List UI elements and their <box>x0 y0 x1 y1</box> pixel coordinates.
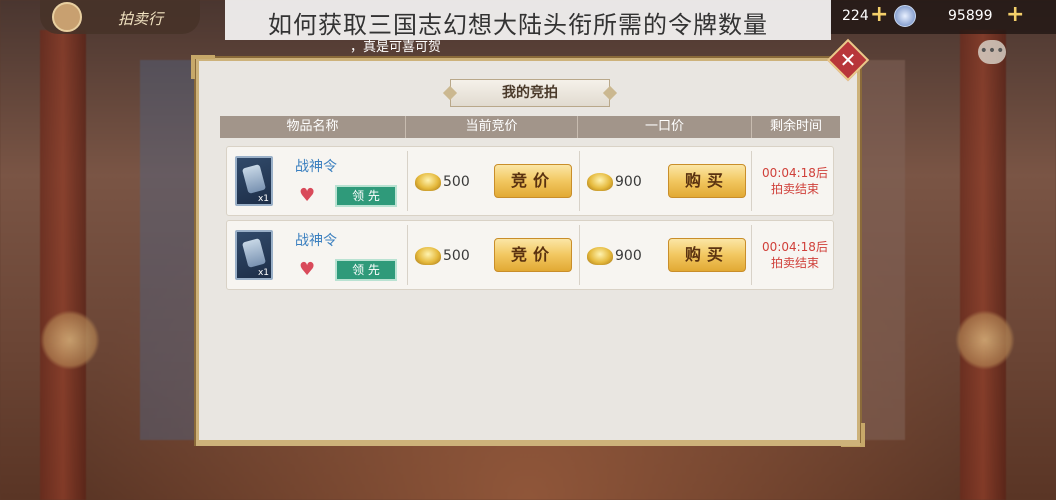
plus-icon[interactable]: + <box>870 4 890 26</box>
heart-icon[interactable]: ♥ <box>299 259 315 280</box>
buyout-price-value: 900 <box>615 174 642 190</box>
token-tablet-icon <box>241 164 267 194</box>
time-suffix: 拍卖结束 <box>770 182 819 196</box>
background-lantern <box>955 310 1015 370</box>
column-header: 一口价 <box>578 116 752 138</box>
gold-ingot-icon <box>415 247 441 265</box>
hud-currency-bar: 224 + 95899 + <box>830 0 1056 34</box>
buy-button[interactable]: 购买 <box>668 164 746 198</box>
war-god-token-icon[interactable]: x1 <box>235 156 273 206</box>
chat-bubble-icon[interactable]: ••• <box>978 40 1006 64</box>
item-name: 战神令 <box>295 233 337 249</box>
dialog-title: 我的竞拍 <box>450 79 610 107</box>
buyout-price-value: 900 <box>615 248 642 264</box>
auction-dialog: 我的竞拍 物品名称 当前竞价 一口价 剩余时间 x1 战神令 ♥ 领 先 500… <box>191 55 865 447</box>
currency1-value: 224 <box>842 8 869 24</box>
column-divider <box>407 151 408 211</box>
column-divider <box>407 225 408 285</box>
time-suffix: 拍卖结束 <box>770 256 819 270</box>
gold-ingot-icon <box>415 173 441 191</box>
background-lantern <box>40 310 100 370</box>
column-divider <box>579 225 580 285</box>
lead-badge: 领 先 <box>335 185 397 207</box>
column-divider <box>751 225 752 285</box>
location-emblem-icon <box>52 2 82 32</box>
table-row: x1 战神令 ♥ 领 先 500 竞价 900 购买 00:04:18后 拍卖结… <box>226 220 834 290</box>
banner-title: 如何获取三国志幻想大陆头衔所需的令牌数量 <box>268 11 768 39</box>
heart-icon[interactable]: ♥ <box>299 185 315 206</box>
background-pillar <box>960 30 1006 500</box>
item-quantity: x1 <box>257 194 269 204</box>
current-bid-value: 500 <box>443 248 470 264</box>
column-header: 物品名称 <box>220 116 406 138</box>
article-title-banner: 如何获取三国志幻想大陆头衔所需的令牌数量 <box>225 0 831 40</box>
gold-ingot-icon <box>587 247 613 265</box>
bid-button[interactable]: 竞价 <box>494 238 572 272</box>
token-tablet-icon <box>241 238 267 268</box>
hud-location[interactable]: 拍卖行 <box>40 0 200 34</box>
column-divider <box>751 151 752 211</box>
column-divider <box>579 151 580 211</box>
silver-coin-icon <box>894 5 916 27</box>
time-remaining: 00:04:18后 拍卖结束 <box>755 239 835 271</box>
buy-button[interactable]: 购买 <box>668 238 746 272</box>
item-quantity: x1 <box>257 268 269 278</box>
column-header: 剩余时间 <box>769 119 822 134</box>
close-icon: ✕ <box>839 48 857 72</box>
system-message: ，真是可喜可贺 <box>350 40 442 55</box>
time-remaining: 00:04:18后 拍卖结束 <box>755 165 835 197</box>
currency2-value: 95899 <box>948 8 993 24</box>
time-countdown: 00:04:18后 <box>762 240 828 254</box>
item-name: 战神令 <box>295 159 337 175</box>
location-label: 拍卖行 <box>118 10 164 28</box>
table-row: x1 战神令 ♥ 领 先 500 竞价 900 购买 00:04:18后 拍卖结… <box>226 146 834 216</box>
current-bid-value: 500 <box>443 174 470 190</box>
gold-ingot-icon <box>587 173 613 191</box>
bid-button[interactable]: 竞价 <box>494 164 572 198</box>
plus-icon[interactable]: + <box>1006 4 1024 26</box>
background-pillar <box>40 30 86 500</box>
time-countdown: 00:04:18后 <box>762 166 828 180</box>
lead-badge: 领 先 <box>335 259 397 281</box>
table-header: 物品名称 当前竞价 一口价 剩余时间 <box>220 116 840 138</box>
war-god-token-icon[interactable]: x1 <box>235 230 273 280</box>
column-header: 当前竞价 <box>406 116 578 138</box>
dialog-bottom-border <box>196 440 860 446</box>
